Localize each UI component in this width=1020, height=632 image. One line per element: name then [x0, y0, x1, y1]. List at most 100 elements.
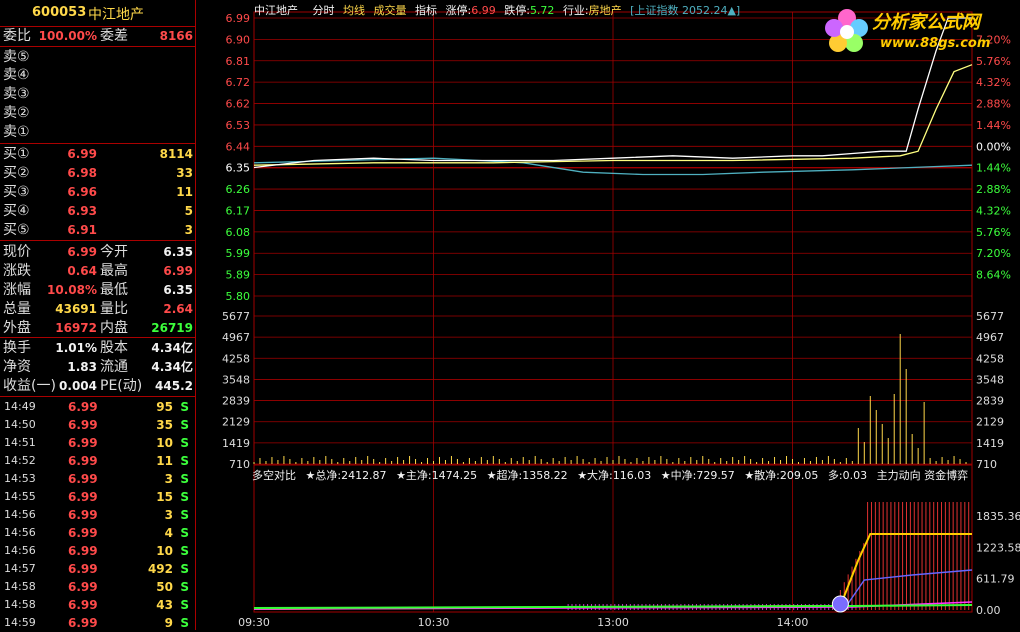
sell-row-3[interactable]: 卖③ — [0, 85, 195, 103]
tick-row[interactable]: 14:49 6.99 95 S — [0, 398, 195, 416]
buy-vol: 3 — [184, 223, 193, 237]
tick-row[interactable]: 14:56 6.99 10 S — [0, 542, 195, 560]
tick-price: 6.99 — [68, 562, 98, 576]
tick-row[interactable]: 14:58 6.99 50 S — [0, 578, 195, 596]
tick-row[interactable]: 14:51 6.99 10 S — [0, 434, 195, 452]
tick-price: 6.99 — [68, 490, 98, 504]
quote-label: 总量 — [3, 301, 31, 317]
limit-down-label: 跌停: — [504, 4, 530, 17]
tick-time: 14:52 — [4, 454, 36, 467]
quote-value: 10.08% — [47, 283, 97, 297]
tab-avg[interactable]: 均线 — [343, 4, 365, 17]
buy-vol: 8114 — [159, 147, 193, 161]
divider — [0, 337, 195, 338]
tick-row[interactable]: 14:52 6.99 11 S — [0, 452, 195, 470]
tick-row[interactable]: 14:56 6.99 4 S — [0, 524, 195, 542]
quote-panel: 600053 中江地产 委比 100.00% 委差 8166 卖⑤ 卖④ 卖③ … — [0, 0, 196, 630]
volume-tick-label: 4967 — [222, 331, 250, 344]
buy-vol: 5 — [184, 204, 193, 218]
percent-tick-label: 0.00% — [976, 140, 1011, 153]
tab-indicator[interactable]: 指标 — [415, 4, 437, 17]
fund-label: 收益(一) — [3, 378, 56, 394]
sell-row-1[interactable]: 卖① — [0, 123, 195, 141]
tick-volume: 35 — [156, 418, 173, 432]
stock-code: 600053 — [32, 5, 87, 20]
tick-side: S — [180, 400, 189, 414]
tick-volume: 9 — [164, 616, 173, 630]
ddx-item: ★中净:729.57 — [660, 469, 735, 482]
buy-label: 买③ — [3, 184, 30, 200]
percent-tick-label: 8.64% — [976, 269, 1011, 282]
tick-price: 6.99 — [68, 418, 98, 432]
volume-tick-label: 3548 — [976, 373, 1004, 386]
percent-tick-label: 1.44% — [976, 162, 1011, 175]
buy-label: 买⑤ — [3, 222, 30, 238]
tick-row[interactable]: 14:59 6.99 9 S — [0, 614, 195, 632]
tick-row[interactable]: 14:53 6.99 3 S — [0, 470, 195, 488]
tick-time: 14:49 — [4, 400, 36, 413]
buy-row-5[interactable]: 买⑤ 6.91 3 — [0, 221, 195, 239]
price-tick-label: 6.26 — [226, 183, 251, 196]
buy-row-1[interactable]: 买① 6.99 8114 — [0, 145, 195, 163]
quote-label: 最低 — [100, 282, 128, 298]
tick-side: S — [180, 490, 189, 504]
ddx-item: 主力动向 资金博弈 — [876, 469, 969, 482]
buy-price: 6.99 — [67, 147, 97, 161]
tick-side: S — [180, 454, 189, 468]
flower-icon — [825, 9, 868, 52]
chart-header: 中江地产 分时 均线 成交量 指标 涨停:6.99 跌停:5.72 行业:房地产… — [254, 2, 745, 18]
price-tick-label: 6.08 — [226, 226, 251, 239]
percent-tick-label: 4.32% — [976, 76, 1011, 89]
tick-volume: 4 — [164, 526, 173, 540]
quote-label: 外盘 — [3, 320, 31, 336]
industry-label: 行业: — [562, 4, 589, 17]
sell-label: 卖⑤ — [3, 49, 30, 65]
tab-volume[interactable]: 成交量 — [374, 4, 407, 17]
tick-price: 6.99 — [68, 526, 98, 540]
fund-label: PE(动) — [100, 378, 143, 394]
weibi-row: 委比 100.00% 委差 8166 — [0, 27, 195, 45]
ddx-item: 多:0.03 — [827, 469, 868, 482]
tick-row[interactable]: 14:56 6.99 3 S — [0, 506, 195, 524]
site-logo: 分析家公式网 www.88gs.com — [820, 2, 1018, 60]
tick-side: S — [180, 562, 189, 576]
tick-side: S — [180, 436, 189, 450]
volume-tick-label: 3548 — [222, 373, 250, 386]
quote-row: 涨跌 0.64 最高 6.99 — [0, 262, 195, 280]
ddx-item: ★散净:209.05 — [744, 469, 819, 482]
sell-label: 卖③ — [3, 86, 30, 102]
tick-row[interactable]: 14:50 6.99 35 S — [0, 416, 195, 434]
sell-label: 卖② — [3, 105, 30, 121]
tick-time: 14:51 — [4, 436, 36, 449]
tick-row[interactable]: 14:58 6.99 43 S — [0, 596, 195, 614]
sell-row-5[interactable]: 卖⑤ — [0, 48, 195, 66]
tick-volume: 3 — [164, 472, 173, 486]
intraday-chart[interactable]: 6.99 6.90 6.81 6.72 6.62 6.53 6.44 6.35 6.26 6.17… — [196, 0, 1020, 630]
stock-name: 中江地产 — [88, 7, 144, 23]
sell-row-2[interactable]: 卖② — [0, 104, 195, 122]
quote-value: 43691 — [55, 302, 97, 316]
limit-up-value: 6.99 — [471, 4, 496, 17]
volume-tick-label: 2129 — [976, 416, 1004, 429]
buy-price: 6.91 — [67, 223, 97, 237]
tick-row[interactable]: 14:55 6.99 15 S — [0, 488, 195, 506]
tick-price: 6.99 — [68, 616, 98, 630]
tick-volume: 15 — [156, 490, 173, 504]
buy-row-2[interactable]: 买② 6.98 33 — [0, 164, 195, 182]
tab-fenshi[interactable]: 分时 — [313, 4, 335, 17]
time-tick-label: 14:00 — [777, 616, 809, 629]
quote-row: 外盘 16972 内盘 26719 — [0, 319, 195, 337]
ddx-item: ★总净:2412.87 — [305, 469, 387, 482]
fund-value: 1.83 — [67, 360, 97, 374]
buy-row-3[interactable]: 买③ 6.96 11 — [0, 183, 195, 201]
tick-time: 14:57 — [4, 562, 36, 575]
tick-side: S — [180, 472, 189, 486]
buy-price: 6.93 — [67, 204, 97, 218]
volume-tick-label: 710 — [229, 458, 250, 471]
buy-row-4[interactable]: 买④ 6.93 5 — [0, 202, 195, 220]
price-tick-label: 6.17 — [226, 204, 251, 217]
tick-side: S — [180, 598, 189, 612]
tick-row[interactable]: 14:57 6.99 492 S — [0, 560, 195, 578]
sell-row-4[interactable]: 卖④ — [0, 66, 195, 84]
sell-label: 卖④ — [3, 67, 30, 83]
